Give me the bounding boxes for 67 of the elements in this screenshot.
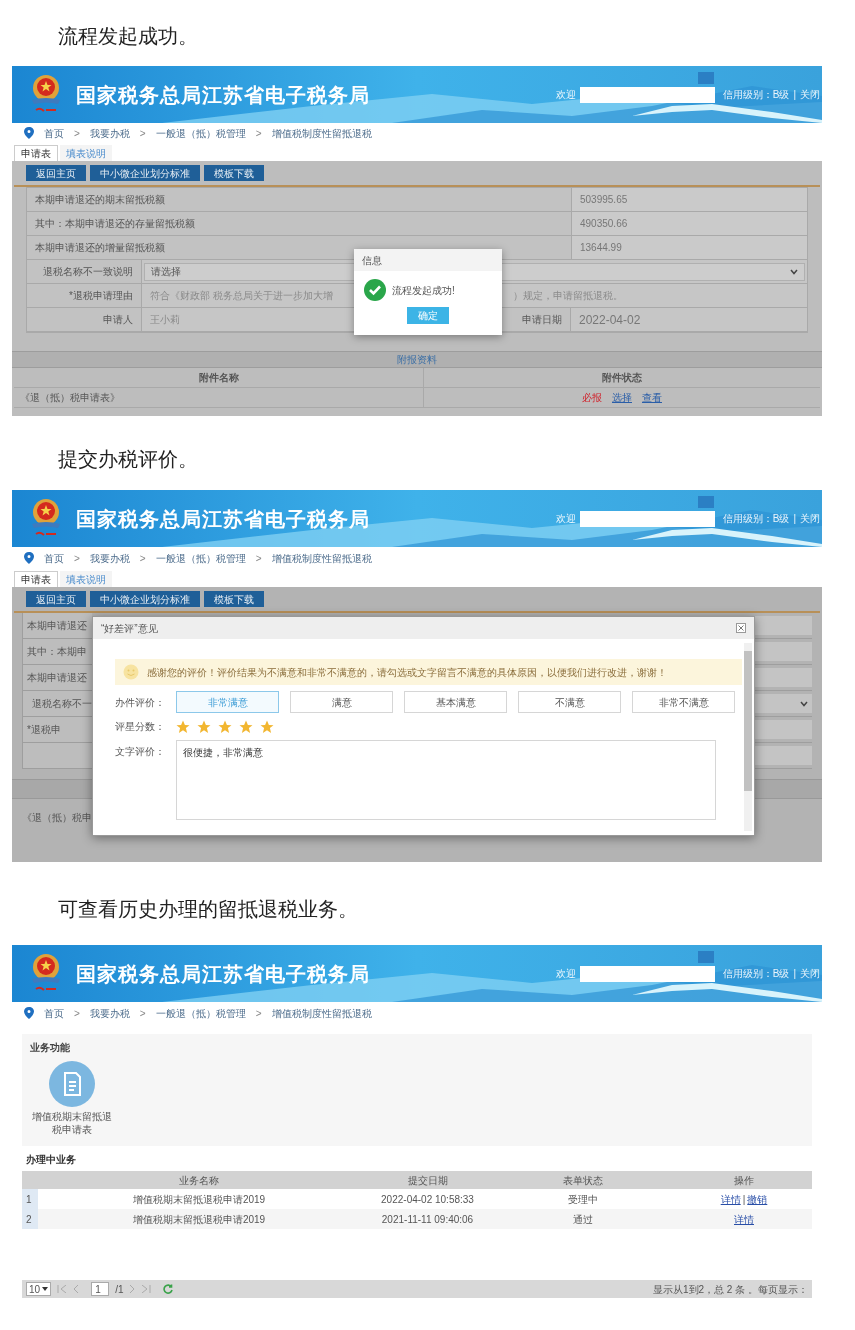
welcome-text: 欢迎 [555,512,576,526]
site-title: 国家税务总局江苏省电子税务局 [76,82,370,108]
section-title: 业务功能 [30,1041,71,1055]
welcome-text: 欢迎 [555,967,576,981]
separator-text: | [793,512,796,526]
column-header: 业务名称 [178,1173,220,1188]
table-cell-text: 增值税期末留抵退税申请2019 [131,1212,267,1227]
welcome-text: 欢迎 [555,88,576,102]
form-label: 文字评价： [114,745,165,759]
amount-value: 490350.66 [571,212,807,235]
breadcrumb-separator: > [139,551,146,566]
separator-text: | [793,88,796,102]
breadcrumb-separator: > [255,126,262,141]
breadcrumb-separator: > [255,551,262,566]
breadcrumb-separator: > [74,126,80,141]
credit-level: 信用级别：B级 [722,967,790,981]
amount-value: 503995.65 [571,188,807,211]
amount-value: 13644.99 [571,236,807,259]
attachment-name: 《退（抵）税申 [22,810,92,825]
form-label: 其中：本期申请退还的存量留抵税额 [27,212,571,235]
dialog-message: 流程发起成功! [392,283,455,298]
form-label: 本期申请退还 [22,613,92,638]
date-value: 2022-04-02 [571,308,807,331]
credit-level: 信用级别：B级 [722,88,790,102]
row-number: 2 [22,1209,38,1229]
pager-summary: 显示从1到2，总 2 条 。每页显示： [652,1282,808,1297]
credit-level: 信用级别：B级 [722,512,790,526]
breadcrumb-separator: > [139,126,146,141]
form-label: *退税申请理由 [27,284,142,307]
breadcrumb-separator: > [139,1006,146,1021]
table-cell-text: 2021-11-11 09:40:06 [380,1212,475,1227]
form-label: 退税名称不一致说明 [27,260,142,283]
caption-text: 流程发起成功。 [58,23,199,50]
site-title: 国家税务总局江苏省电子税务局 [76,506,370,532]
form-label: 申请人 [27,308,142,331]
table-cell-text: 通过 [571,1212,594,1227]
column-header: 附件名称 [14,368,424,387]
separator-text: | [742,1192,746,1207]
dialog-title: 信息 [354,249,502,271]
dialog-title: “好差评”意见 [101,621,158,636]
form-label: 本期申请退还的期末留抵税额 [27,188,571,211]
row-number: 1 [22,1189,38,1209]
breadcrumb-separator: > [255,1006,262,1021]
column-header: 提交日期 [406,1173,449,1188]
site-title: 国家税务总局江苏省电子税务局 [76,961,370,987]
form-label: 其中：本期申 [22,639,92,664]
notice-text: 感谢您的评价！评价结果为不满意和非常不满意的，请勾选或文字留言不满意的具体原因，以便我们进行改进，谢谢！ [147,665,667,680]
separator-text: | [793,967,796,981]
table-cell-text: 2022-04-02 10:58:33 [380,1192,475,1207]
page-count: /1 [115,1282,124,1297]
attachment-name: 《退（抵）税申请表》 [14,388,424,407]
breadcrumb-separator: > [74,551,80,566]
breadcrumb-separator: > [74,1006,80,1021]
form-label: *退税申 [22,717,92,742]
form-label: 本期申请退还 [22,665,92,690]
caption-text: 提交办税评价。 [58,446,199,473]
table-cell-text: 受理中 [566,1192,599,1207]
caption-text: 可查看历史办理的留抵退税业务。 [58,896,359,923]
form-label: 评星分数： [114,720,165,734]
form-label: 办件评价： [114,695,165,710]
table-cell-text: 增值税期末留抵退税申请2019 [131,1192,267,1207]
section-title: 办理中业务 [26,1153,77,1167]
column-header: 表单状态 [561,1173,604,1188]
section-header: 附报资料 [12,351,822,368]
column-header: 操作 [733,1173,755,1188]
required-tag: 必报 [582,390,602,405]
column-header: 附件状态 [601,371,643,385]
